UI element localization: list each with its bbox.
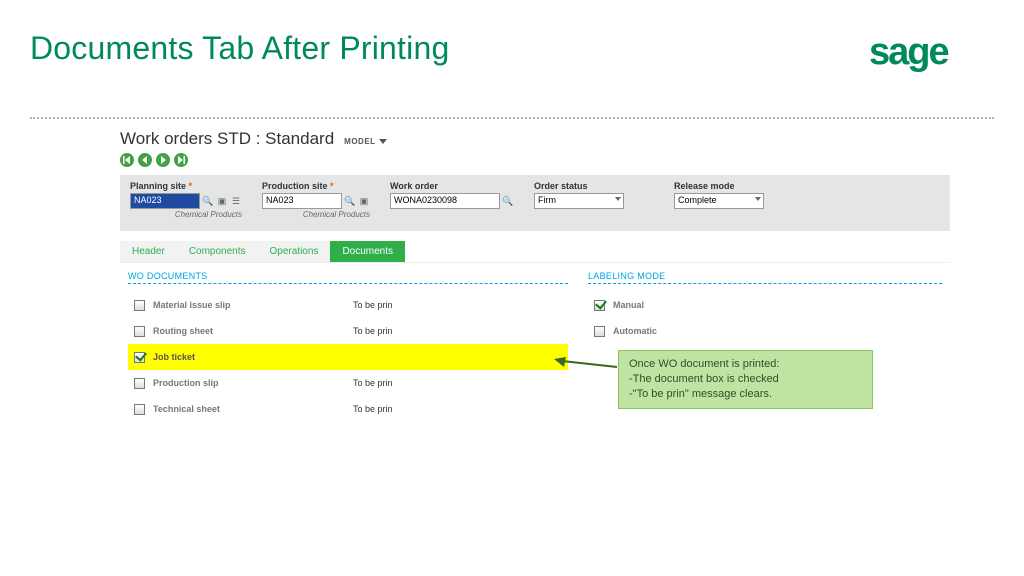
doc-label: Technical sheet bbox=[153, 404, 353, 414]
planning-site-label: Planning site * bbox=[130, 181, 242, 191]
model-dropdown[interactable]: MODEL bbox=[344, 137, 386, 146]
callout-line: Once WO document is printed: bbox=[629, 357, 862, 372]
release-mode-select[interactable]: Complete bbox=[674, 193, 764, 209]
doc-checkbox[interactable] bbox=[134, 404, 145, 415]
doc-row: Material issue slipTo be prin bbox=[128, 292, 568, 318]
labeling-checkbox[interactable] bbox=[594, 300, 605, 311]
nav-next-button[interactable] bbox=[156, 153, 170, 167]
doc-label: Routing sheet bbox=[153, 326, 353, 336]
doc-row: Technical sheetTo be prin bbox=[128, 396, 568, 422]
callout-line: -"To be prin" message clears. bbox=[629, 387, 862, 402]
doc-checkbox[interactable] bbox=[134, 352, 145, 363]
page-icon[interactable]: ▣ bbox=[216, 195, 228, 207]
doc-status: To be prin bbox=[353, 326, 393, 336]
doc-row: Routing sheetTo be prin bbox=[128, 318, 568, 344]
production-site-input[interactable]: NA023 bbox=[262, 193, 342, 209]
doc-checkbox[interactable] bbox=[134, 378, 145, 389]
slide-title: Documents Tab After Printing bbox=[30, 30, 994, 67]
filter-bar: Planning site * NA023 🔍 ▣ ☰ Chemical Pro… bbox=[120, 175, 950, 231]
labeling-label: Manual bbox=[613, 300, 813, 310]
labeling-checkbox[interactable] bbox=[594, 326, 605, 337]
arrow-icon bbox=[554, 357, 619, 377]
search-icon[interactable]: 🔍 bbox=[344, 195, 356, 207]
doc-status: To be prin bbox=[353, 378, 393, 388]
tab-header[interactable]: Header bbox=[120, 241, 177, 262]
page-title: Work orders STD : Standard bbox=[120, 129, 334, 149]
doc-status: To be prin bbox=[353, 300, 393, 310]
release-mode-label: Release mode bbox=[674, 181, 764, 191]
work-order-label: Work order bbox=[390, 181, 514, 191]
tab-documents[interactable]: Documents bbox=[330, 241, 405, 262]
order-status-select[interactable]: Firm bbox=[534, 193, 624, 209]
labeling-label: Automatic bbox=[613, 326, 813, 336]
list-icon[interactable]: ☰ bbox=[230, 195, 242, 207]
production-site-sublabel: Chemical Products bbox=[262, 210, 370, 219]
doc-label: Job ticket bbox=[153, 352, 353, 362]
search-icon[interactable]: 🔍 bbox=[202, 195, 214, 207]
work-order-input[interactable]: WONA0230098 bbox=[390, 193, 500, 209]
nav-first-button[interactable] bbox=[120, 153, 134, 167]
doc-row: Job ticket bbox=[128, 344, 568, 370]
sage-logo: sage bbox=[869, 30, 984, 72]
callout-box: Once WO document is printed: -The docume… bbox=[618, 350, 873, 409]
wo-documents-heading: WO DOCUMENTS bbox=[128, 271, 568, 284]
divider bbox=[30, 117, 994, 119]
doc-checkbox[interactable] bbox=[134, 300, 145, 311]
doc-row: Production slipTo be prin bbox=[128, 370, 568, 396]
tab-operations[interactable]: Operations bbox=[258, 241, 331, 262]
planning-site-sublabel: Chemical Products bbox=[130, 210, 242, 219]
tab-bar: Header Components Operations Documents bbox=[120, 241, 950, 262]
production-site-label: Production site * bbox=[262, 181, 370, 191]
planning-site-input[interactable]: NA023 bbox=[130, 193, 200, 209]
nav-prev-button[interactable] bbox=[138, 153, 152, 167]
page-icon[interactable]: ▣ bbox=[358, 195, 370, 207]
callout-line: -The document box is checked bbox=[629, 372, 862, 387]
order-status-label: Order status bbox=[534, 181, 624, 191]
search-icon[interactable]: 🔍 bbox=[502, 195, 514, 207]
labeling-row: Manual bbox=[588, 292, 942, 318]
labeling-row: Automatic bbox=[588, 318, 942, 344]
nav-last-button[interactable] bbox=[174, 153, 188, 167]
svg-text:sage: sage bbox=[869, 31, 948, 72]
doc-label: Material issue slip bbox=[153, 300, 353, 310]
app-panel: Work orders STD : Standard MODEL Plannin… bbox=[120, 129, 950, 422]
doc-status: To be prin bbox=[353, 404, 393, 414]
doc-label: Production slip bbox=[153, 378, 353, 388]
doc-checkbox[interactable] bbox=[134, 326, 145, 337]
tab-components[interactable]: Components bbox=[177, 241, 258, 262]
labeling-mode-heading: LABELING MODE bbox=[588, 271, 942, 284]
